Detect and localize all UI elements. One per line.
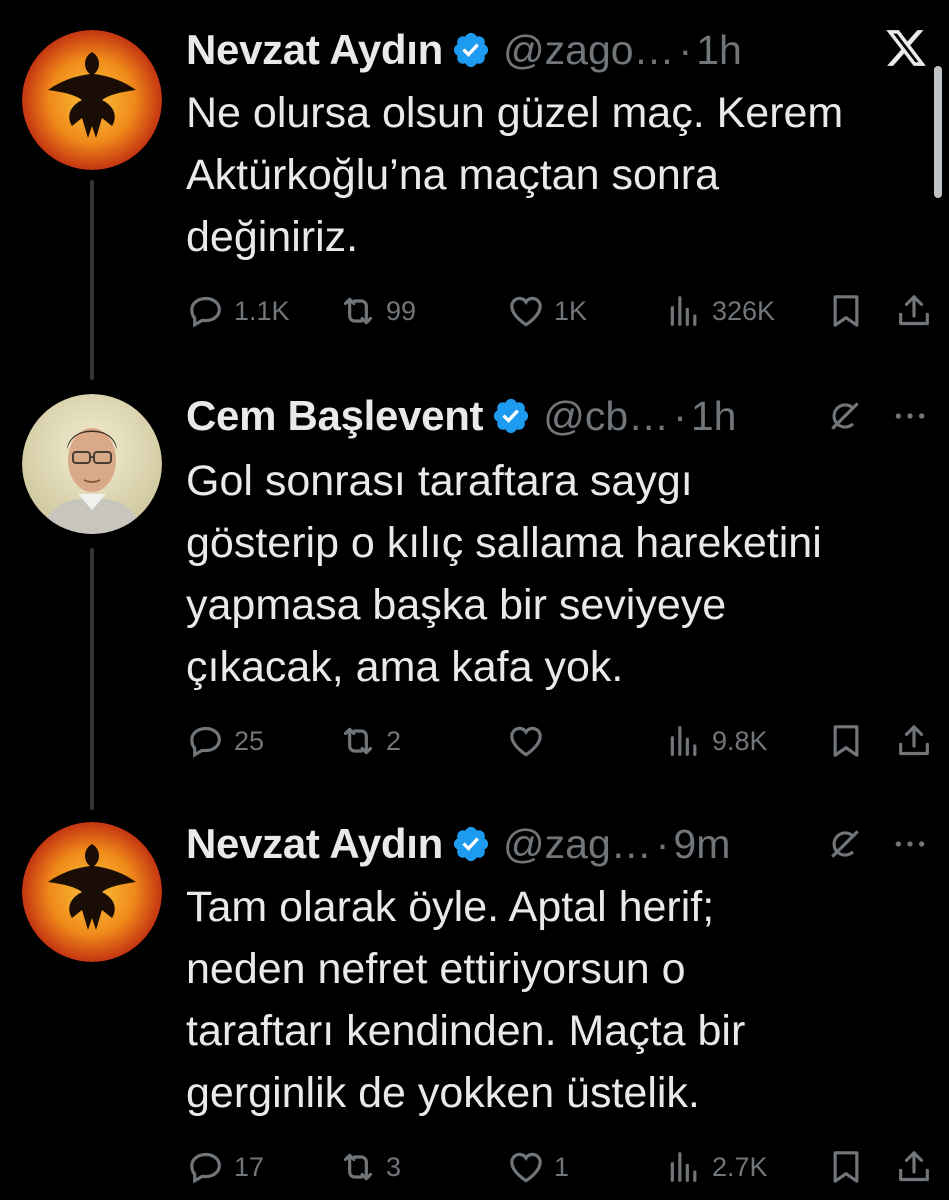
views-button[interactable]: 326K xyxy=(664,286,775,336)
like-button[interactable]: 1 xyxy=(506,1142,569,1192)
tweet-text: Ne olursa olsun güzel maç. Kerem Aktürko… xyxy=(186,89,844,261)
author-name[interactable]: Nevzat Aydın xyxy=(186,820,443,868)
heart-icon xyxy=(510,296,542,327)
bookmark-button[interactable] xyxy=(826,1142,866,1192)
tweet-header: Nevzat Aydın @zago… · 1h xyxy=(186,20,742,80)
reply-icon xyxy=(190,1152,221,1184)
grok-icon[interactable] xyxy=(826,825,864,863)
author-handle[interactable]: @cb… xyxy=(543,393,669,440)
tweet-top-actions xyxy=(826,814,930,874)
tweet-top-actions xyxy=(826,386,930,446)
bookmark-icon xyxy=(833,1151,859,1183)
reply-button[interactable]: 1.1K xyxy=(186,286,290,336)
author-handle[interactable]: @zago… xyxy=(503,27,675,74)
share-button[interactable] xyxy=(894,286,934,336)
phoenix-avatar-icon xyxy=(22,30,162,170)
repost-icon xyxy=(343,1153,373,1181)
author-name[interactable]: Cem Başlevent xyxy=(186,392,484,440)
avatar[interactable] xyxy=(22,822,162,962)
share-button[interactable] xyxy=(894,1142,934,1192)
tweet-text: Tam olarak öyle. Aptal herif; neden nefr… xyxy=(186,883,746,1117)
tweet[interactable]: Nevzat Aydın @zago… · 1h Ne olursa olsun… xyxy=(0,20,949,360)
more-options-icon[interactable] xyxy=(890,824,930,864)
repost-button[interactable]: 3 xyxy=(338,1142,401,1192)
repost-icon xyxy=(343,297,373,325)
views-button[interactable]: 2.7K xyxy=(664,1142,768,1192)
separator: · xyxy=(655,820,670,867)
reply-count: 25 xyxy=(234,725,265,756)
reply-button[interactable]: 25 xyxy=(186,716,264,766)
bookmark-button[interactable] xyxy=(826,286,866,336)
separator: · xyxy=(673,392,687,439)
reply-count: 17 xyxy=(234,1151,265,1182)
view-count: 326K xyxy=(712,295,776,326)
share-icon xyxy=(899,1151,929,1182)
action-bar: 1.1K 99 1K 326K xyxy=(186,286,936,336)
timestamp[interactable]: 1h xyxy=(696,27,742,74)
verified-badge-icon xyxy=(453,32,489,68)
reply-icon xyxy=(190,726,221,758)
bookmark-button[interactable] xyxy=(826,716,866,766)
x-thread-screen: Nevzat Aydın @zago… · 1h Ne olursa olsun… xyxy=(0,0,949,1200)
tweet-header: Nevzat Aydın @zag… · 9m xyxy=(186,814,730,874)
view-count: 9.8K xyxy=(712,725,768,756)
author-name[interactable]: Nevzat Aydın xyxy=(186,26,443,74)
separator: · xyxy=(678,26,693,73)
bookmark-icon xyxy=(833,295,859,327)
repost-icon xyxy=(343,727,373,755)
tweet-header: Cem Başlevent @cb… · 1h xyxy=(186,386,736,446)
more-options-icon[interactable] xyxy=(890,396,930,436)
like-count: 1K xyxy=(554,295,588,326)
repost-count: 2 xyxy=(386,725,402,756)
views-chart-icon xyxy=(670,296,697,326)
share-icon xyxy=(899,295,929,326)
views-button[interactable]: 9.8K xyxy=(664,716,768,766)
view-count: 2.7K xyxy=(712,1151,768,1182)
repost-count: 3 xyxy=(386,1151,402,1182)
verified-badge-icon xyxy=(494,398,529,434)
views-chart-icon xyxy=(670,726,697,756)
bookmark-icon xyxy=(833,725,859,757)
like-button[interactable]: 1K xyxy=(506,286,587,336)
like-button[interactable] xyxy=(506,716,554,766)
views-chart-icon xyxy=(670,1152,697,1182)
heart-icon xyxy=(510,1152,542,1183)
verified-badge-icon xyxy=(453,826,489,862)
repost-count: 99 xyxy=(386,295,417,326)
tweet[interactable]: Cem Başlevent @cb… · 1h Gol sonrası tara… xyxy=(0,386,949,786)
share-button[interactable] xyxy=(894,716,934,766)
author-handle[interactable]: @zag… xyxy=(503,821,652,868)
reply-icon xyxy=(190,296,221,328)
reply-button[interactable]: 17 xyxy=(186,1142,264,1192)
heart-icon xyxy=(510,726,542,757)
timestamp[interactable]: 1h xyxy=(691,393,737,440)
action-bar: 25 2 9.8K xyxy=(186,716,936,766)
avatar[interactable] xyxy=(22,394,162,534)
action-bar: 17 3 1 2.7K xyxy=(186,1142,936,1192)
profile-photo-icon xyxy=(22,394,162,534)
share-icon xyxy=(899,725,929,756)
tweet-text: Gol sonrası taraftara saygı gösterip o k… xyxy=(186,457,822,691)
phoenix-avatar-icon xyxy=(22,822,162,962)
repost-button[interactable]: 99 xyxy=(338,286,416,336)
grok-icon[interactable] xyxy=(826,397,864,435)
repost-button[interactable]: 2 xyxy=(338,716,401,766)
like-count: 1 xyxy=(554,1151,570,1182)
tweet[interactable]: Nevzat Aydın @zag… · 9m Tam olarak öyle.… xyxy=(0,814,949,1200)
timestamp[interactable]: 9m xyxy=(673,821,730,868)
avatar[interactable] xyxy=(22,30,162,170)
reply-count: 1.1K xyxy=(234,295,290,326)
